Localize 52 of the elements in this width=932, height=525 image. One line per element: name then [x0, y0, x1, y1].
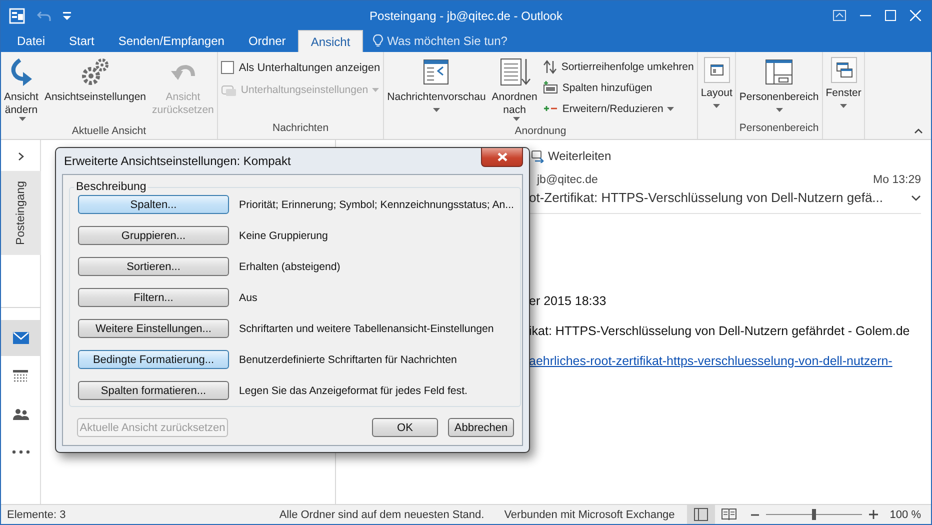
group-label: Aktuelle Ansicht: [72, 125, 146, 137]
setting-description: Schriftarten und weitere Tabellenansicht-Einstellungen: [239, 322, 494, 334]
message-subject: ot-Zertifikat: HTTPS-Verschlüsselung von Dell-Nutzern gefä...: [529, 190, 884, 205]
search-field[interactable]: Was möchten Sie tun?: [387, 34, 512, 48]
ribbon-tab[interactable]: Senden/Empfangen: [106, 30, 236, 52]
ribbon-button[interactable]: Nachrichtenvorschau: [385, 55, 488, 114]
setting-description: Benutzerdefinierte Schriftarten für Nachrichten: [239, 354, 457, 366]
ribbon-tab[interactable]: Datei: [5, 30, 58, 52]
sender-address: jb@qitec.de: [537, 174, 598, 186]
group-label: Anordnung: [514, 125, 566, 137]
sync-status: Alle Ordner sind auf dem neuesten Stand.: [279, 508, 484, 520]
ribbon-button[interactable]: Sortierreihenfolge umkehren: [543, 58, 694, 75]
dialog-button[interactable]: Gruppieren...: [78, 226, 229, 245]
dialog-title: Erweiterte Ansichtseinstellungen: Kompakt: [64, 154, 291, 168]
group-label: Beschreibung: [75, 181, 148, 193]
connection-status: Verbunden mit Microsoft Exchange: [504, 508, 675, 520]
window-title: Posteingang - jb@qitec.de - Outlook: [368, 8, 564, 22]
dialog-button[interactable]: Spalten...: [78, 195, 229, 214]
group-label: Nachrichten: [272, 122, 329, 134]
body-text: ikat: HTTPS-Verschlüsselung von Dell-Nutzern gefährdet - Golem.de: [529, 324, 911, 338]
ribbon-tab[interactable]: Ordner: [236, 30, 298, 52]
ribbon-button[interactable]: Personenbereich: [737, 55, 821, 114]
ribbon-button[interactable]: Layout: [698, 55, 734, 110]
ribbon-button[interactable]: Spalten hinzufügen: [543, 79, 694, 96]
item-count: Elemente: 3: [7, 508, 66, 520]
link[interactable]: aehrliches-root-zertifikat-https-verschluesselung-von-dell-nutzern-: [529, 354, 921, 368]
setting-description: Keine Gruppierung: [239, 230, 328, 242]
dialog-button[interactable]: Filtern...: [78, 288, 229, 307]
ribbon-button[interactable]: Ansichtseinstellungen: [42, 55, 148, 106]
body-text: er 2015 18:33: [529, 294, 608, 308]
ribbon-button[interactable]: Fenster: [824, 55, 864, 110]
setting-description: Legen Sie das Anzeigeformat für jedes Feld fest.: [239, 384, 468, 396]
setting-description: Aus: [239, 292, 258, 304]
setting-description: Erhalten (absteigend): [239, 260, 340, 272]
folder-tab[interactable]: Posteingang: [0, 171, 40, 255]
forward-button[interactable]: Weiterleiten: [531, 149, 612, 163]
setting-description: Priorität; Erinnerung; Symbol; Kennzeichnungsstatus; An...: [239, 198, 514, 210]
zoom-level: 100 %: [890, 508, 921, 520]
dialog-button[interactable]: Weitere Einstellungen...: [78, 319, 229, 338]
ribbon-tab[interactable]: Ansicht: [298, 30, 364, 52]
dialog-button[interactable]: Sortieren...: [78, 257, 229, 276]
ribbon-tab[interactable]: Start: [57, 30, 106, 52]
dialog-button[interactable]: OK: [372, 418, 438, 437]
dialog-button[interactable]: Abbrechen: [448, 418, 514, 437]
group-label: Personenbereich: [739, 122, 819, 134]
ribbon-button[interactable]: Ansicht ändern: [2, 55, 40, 125]
dialog-button[interactable]: Bedingte Formatierung...: [78, 350, 229, 369]
dialog-button[interactable]: Spalten formatieren...: [78, 381, 229, 400]
message-time: Mo 13:29: [873, 174, 921, 186]
ribbon-button[interactable]: Erweitern/Reduzieren: [543, 100, 694, 117]
checkbox-label[interactable]: Als Unterhaltungen anzeigen: [238, 62, 380, 74]
ribbon-button[interactable]: Anordnen nach: [490, 55, 540, 125]
